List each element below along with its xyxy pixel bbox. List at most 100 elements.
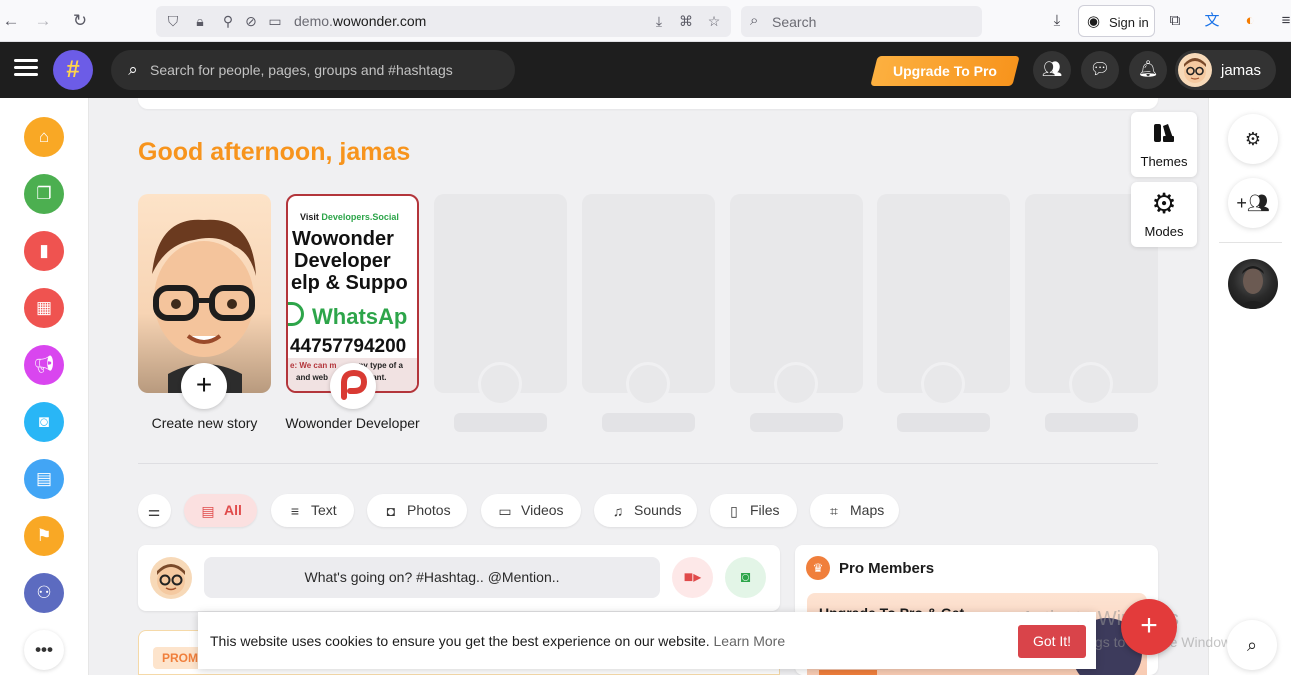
upgrade-pro-button[interactable]: Upgrade To Pro	[870, 56, 1020, 86]
modes-button[interactable]: ⚙ Modes	[1131, 182, 1197, 247]
address-bar[interactable]: ⛉ 🔒︎ ⚲ ⊘ ▭ demo.wowonder.com ⤓ ⌘ ☆	[156, 6, 731, 37]
video-icon: ▭	[498, 503, 512, 519]
developer-story-label: Wowonder Developer	[285, 415, 420, 431]
downloads-icon[interactable]: ⤓	[1047, 11, 1067, 31]
logo-glyph: #	[66, 56, 80, 83]
story-placeholder-avatar	[1069, 362, 1113, 406]
nav-events-icon[interactable]: ▦	[24, 288, 64, 328]
filter-sounds-label: Sounds	[634, 502, 682, 518]
filter-text[interactable]: ≡ Text	[271, 494, 354, 527]
browser-toolbar: ← → ↻ ⛉ 🔒︎ ⚲ ⊘ ▭ demo.wowonder.com ⤓ ⌘ ☆…	[0, 0, 1291, 42]
create-story-label: Create new story	[151, 415, 258, 431]
hamburger-menu-icon[interactable]	[14, 59, 38, 81]
right-sidebar: ⚙ +👥︎	[1208, 98, 1291, 675]
live-video-icon[interactable]: ■▸	[672, 557, 713, 598]
developer-avatar[interactable]	[330, 363, 376, 409]
site-logo[interactable]: #	[53, 50, 93, 90]
reload-icon[interactable]: ↻	[69, 10, 91, 32]
story-placeholder-label	[602, 413, 695, 432]
themes-label: Themes	[1140, 154, 1188, 169]
top-card	[138, 98, 1158, 109]
nav-blog-icon[interactable]: ▤	[24, 459, 64, 499]
notifications-bell-icon[interactable]: 🔔︎	[1129, 51, 1167, 89]
create-post-fab[interactable]: +	[1121, 599, 1177, 655]
music-icon: ♫	[612, 503, 624, 519]
filter-sounds[interactable]: ♫ Sounds	[594, 494, 697, 527]
cookie-accept-button[interactable]: Got It!	[1018, 625, 1086, 658]
search-users-icon[interactable]: ⌕	[1227, 620, 1277, 670]
filter-videos-label: Videos	[521, 502, 564, 518]
gear-icon: ⚙	[1151, 188, 1177, 219]
lock-icon[interactable]: 🔒︎	[191, 12, 209, 30]
url-domain: wowonder.com	[332, 13, 427, 29]
messages-icon[interactable]: 💬︎	[1081, 51, 1119, 89]
nav-albums-icon[interactable]: ❐	[24, 174, 64, 214]
profile-extension-icon[interactable]: ◐	[1240, 11, 1260, 31]
filter-files-label: Files	[750, 502, 780, 518]
extensions-icon[interactable]: ⧉	[1165, 11, 1185, 31]
pro-members-title: Pro Members	[839, 560, 935, 577]
story-placeholder-avatar	[478, 362, 522, 406]
permissions-icon[interactable]: ⚲	[219, 12, 237, 30]
filter-maps[interactable]: ⌗ Maps	[810, 494, 899, 527]
dev-visit-line: Visit Developers.Social	[300, 212, 399, 222]
translate-icon[interactable]: ⌘	[677, 12, 695, 30]
dev-line-3: elp & Suppo	[291, 272, 408, 294]
nav-saved-icon[interactable]: ▮	[24, 231, 64, 271]
nav-home-icon[interactable]: ⌂	[24, 117, 64, 157]
learn-more-link[interactable]: Learn More	[714, 633, 786, 649]
nav-more-icon[interactable]: •••	[24, 630, 64, 670]
forward-icon[interactable]: →	[32, 10, 54, 32]
filter-all[interactable]: ▤ All	[184, 494, 257, 527]
text-icon: ≡	[290, 503, 300, 519]
filter-settings-button[interactable]: ⚌	[138, 494, 171, 527]
post-composer: What's going on? #Hashtag.. @Mention.. ■…	[138, 545, 780, 611]
whatsapp-icon	[288, 302, 304, 326]
sign-in-button[interactable]: ◉ Sign in	[1078, 5, 1155, 37]
location-blocked-icon[interactable]: ⊘	[242, 12, 260, 30]
nav-ads-icon[interactable]: 📢︎	[24, 345, 64, 385]
add-story-button[interactable]: +	[181, 363, 227, 409]
divider	[138, 463, 1158, 464]
story-placeholder-avatar	[626, 362, 670, 406]
filter-videos[interactable]: ▭ Videos	[481, 494, 581, 527]
post-icon: ▤	[201, 503, 215, 519]
browser-search-field[interactable]: ⌕ Search	[741, 6, 982, 37]
reader-icon[interactable]: ▭	[266, 12, 284, 30]
chat-settings-icon[interactable]: ⚙	[1228, 114, 1278, 164]
story-placeholder-label	[750, 413, 843, 432]
greeting-heading: Good afternoon, jamas	[138, 138, 411, 166]
divider	[1219, 242, 1282, 243]
post-input[interactable]: What's going on? #Hashtag.. @Mention..	[204, 557, 660, 598]
url-text: demo.wowonder.com	[294, 13, 426, 29]
story-placeholder-label	[1045, 413, 1138, 432]
nav-market-icon[interactable]: ◙	[24, 402, 64, 442]
modes-label: Modes	[1144, 224, 1184, 239]
bookmark-star-icon[interactable]: ☆	[705, 12, 723, 30]
user-menu[interactable]: jamas	[1175, 50, 1276, 90]
back-icon[interactable]: ←	[0, 10, 22, 32]
search-icon: ⌕	[750, 12, 759, 29]
translate-extension-icon[interactable]: 文	[1202, 11, 1222, 31]
upgrade-banner-button[interactable]	[819, 670, 877, 675]
story-placeholder-avatar	[921, 362, 965, 406]
filter-all-label: All	[224, 502, 242, 518]
nav-pages-icon[interactable]: ⚑	[24, 516, 64, 556]
shield-icon[interactable]: ⛉	[164, 12, 182, 30]
site-search-input[interactable]: ⌕ Search for people, pages, groups and #…	[111, 50, 515, 90]
themes-button[interactable]: Themes	[1131, 112, 1197, 177]
nav-groups-icon[interactable]: ⚇	[24, 573, 64, 613]
friend-requests-icon[interactable]: 👥︎	[1033, 51, 1071, 89]
filter-photos-label: Photos	[407, 502, 451, 518]
menu-icon[interactable]: ≡	[1276, 11, 1291, 31]
download-page-icon[interactable]: ⤓	[650, 12, 668, 30]
filter-files[interactable]: ▯ Files	[710, 494, 797, 527]
filter-photos[interactable]: ◘ Photos	[367, 494, 467, 527]
add-friend-icon[interactable]: +👥︎	[1228, 178, 1278, 228]
camera-icon[interactable]: ◙	[725, 557, 766, 598]
online-friend-avatar[interactable]	[1228, 259, 1278, 309]
username-label: jamas	[1221, 62, 1262, 79]
search-icon: ⌕	[128, 60, 138, 79]
camera-icon: ◘	[386, 503, 396, 519]
dev-line-2: Developer	[294, 250, 391, 272]
